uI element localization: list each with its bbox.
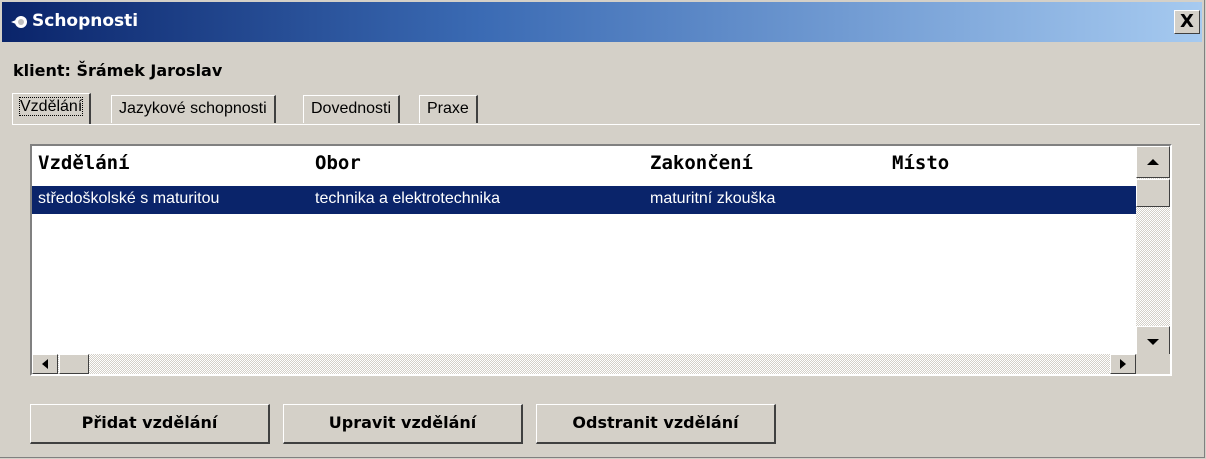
scrollbar-corner — [1136, 354, 1170, 374]
education-list[interactable]: Vzdělání Obor Zakončení Místo středoškol… — [30, 144, 1172, 376]
tab-jazykove-schopnosti[interactable]: Jazykové schopnosti — [111, 95, 276, 123]
tab-label: Jazykové schopnosti — [119, 100, 267, 117]
vertical-scrollbar[interactable] — [1136, 146, 1170, 358]
remove-education-button[interactable]: Odstranit vzdělání — [536, 404, 776, 444]
cell-zakonceni: maturitní zkouška — [650, 190, 776, 207]
arrow-left-icon — [42, 359, 48, 369]
tab-label: Praxe — [427, 100, 469, 117]
add-education-button[interactable]: Přidat vzdělání — [30, 404, 270, 444]
close-icon: X — [1180, 11, 1194, 32]
arrow-up-icon — [1147, 159, 1159, 165]
client-label: klient: Šrámek Jaroslav — [13, 61, 223, 80]
cell-obor: technika a elektrotechnika — [315, 190, 500, 207]
window-title: Schopnosti — [32, 11, 139, 31]
scroll-thumb[interactable] — [1136, 179, 1170, 207]
tab-label: Vzdělání — [18, 97, 84, 116]
app-icon — [11, 16, 27, 28]
column-header-zakonceni[interactable]: Zakončení — [650, 152, 753, 174]
list-item[interactable]: středoškolské s maturitou technika a ele… — [32, 186, 1164, 214]
tab-vzdelani[interactable]: Vzdělání — [12, 93, 92, 125]
edit-education-button[interactable]: Upravit vzdělání — [283, 404, 523, 444]
list-header: Vzdělání Obor Zakončení Místo — [32, 146, 1164, 180]
arrow-right-icon — [1120, 359, 1126, 369]
horizontal-scrollbar[interactable] — [32, 354, 1136, 374]
title-bar[interactable]: Schopnosti X — [2, 2, 1202, 42]
arrow-down-icon — [1147, 339, 1159, 345]
scroll-right-button[interactable] — [1110, 354, 1136, 374]
scroll-left-button[interactable] — [32, 354, 58, 374]
tab-praxe[interactable]: Praxe — [419, 95, 478, 123]
column-header-obor[interactable]: Obor — [315, 152, 361, 174]
column-header-vzdelani[interactable]: Vzdělání — [38, 152, 130, 174]
tab-label: Dovednosti — [311, 100, 392, 117]
schopnosti-window: Schopnosti X klient: Šrámek Jaroslav Vzd… — [0, 0, 1205, 458]
cell-vzdelani: středoškolské s maturitou — [38, 190, 220, 207]
scroll-up-button[interactable] — [1136, 146, 1170, 178]
tab-dovednosti[interactable]: Dovednosti — [303, 95, 401, 123]
close-button[interactable]: X — [1174, 10, 1200, 34]
hscroll-thumb[interactable] — [59, 354, 89, 374]
tab-page-border — [12, 124, 1200, 126]
column-header-misto[interactable]: Místo — [892, 152, 949, 174]
